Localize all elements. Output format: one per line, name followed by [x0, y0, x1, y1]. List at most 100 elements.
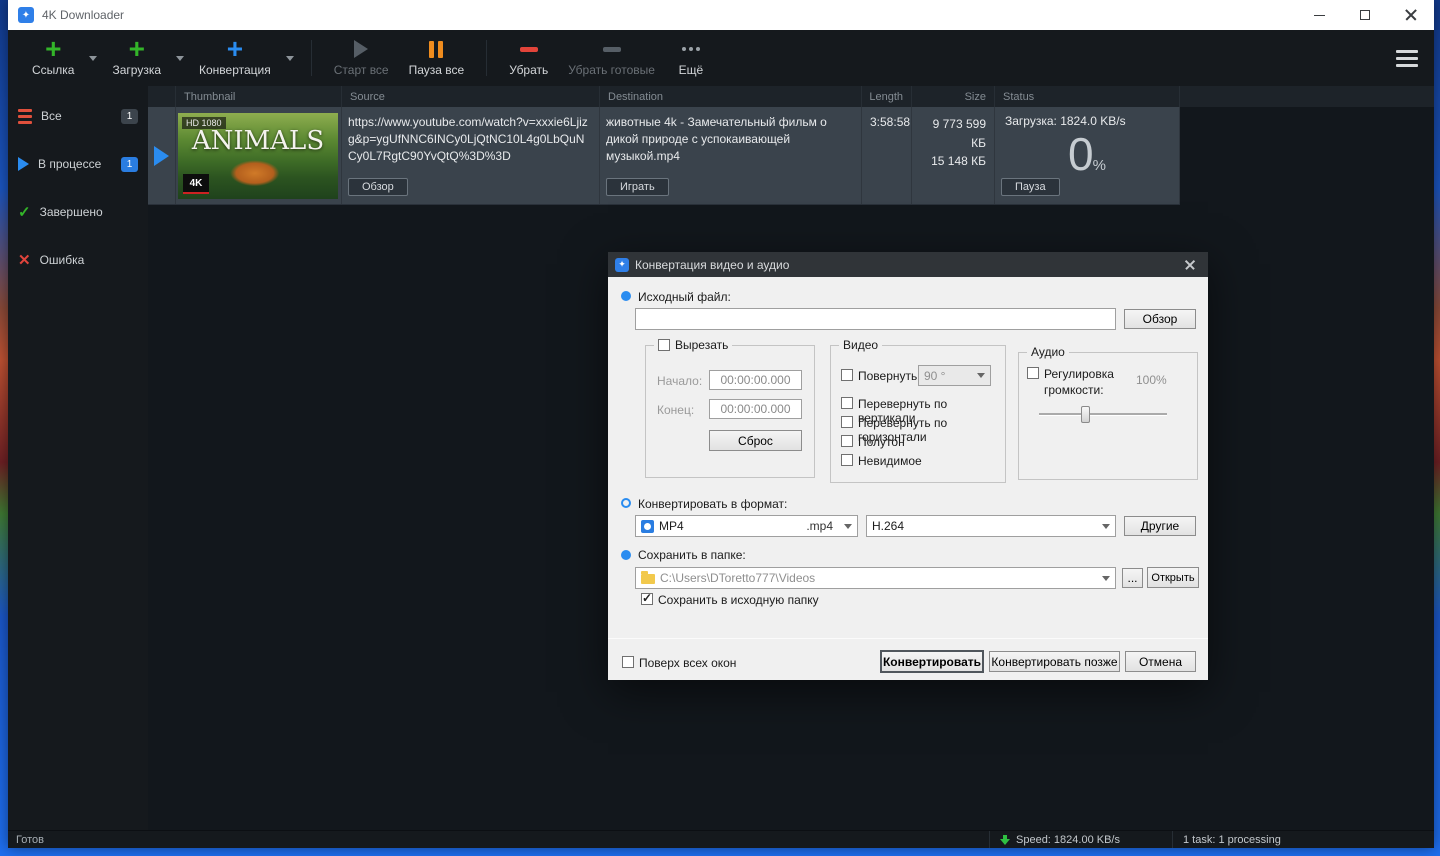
add-conversion-dropdown[interactable] — [281, 30, 299, 86]
dialog-divider — [608, 638, 1208, 639]
header-destination[interactable]: Destination — [600, 86, 862, 107]
play-icon — [354, 40, 369, 58]
sidebar-item-error[interactable]: ✕ Ошибка — [8, 240, 148, 280]
cut-group-title: Вырезать — [654, 338, 733, 352]
sidebar-item-completed[interactable]: ✓ Завершено — [8, 192, 148, 232]
start-all-button[interactable]: Старт все — [324, 30, 399, 86]
chevron-down-icon — [1102, 523, 1110, 529]
status-cell: Загрузка: 1824.0 KB/s 0% Пауза — [995, 107, 1180, 204]
dialog-title: Конвертация видео и аудио — [635, 257, 790, 272]
dialog-body: Исходный файл: Обзор Вырезать Начало: Ко… — [608, 277, 1208, 680]
sidebar-item-in-progress[interactable]: В процессе 1 — [8, 144, 148, 184]
sidebar-item-label: Завершено — [39, 205, 103, 219]
flip-vertical-checkbox[interactable] — [841, 397, 853, 409]
invisible-checkbox[interactable] — [841, 454, 853, 466]
on-top-row[interactable]: Поверх всех окон — [622, 656, 736, 670]
on-top-checkbox[interactable] — [622, 656, 634, 668]
volume-slider-handle[interactable] — [1081, 406, 1090, 423]
plus-icon: + — [226, 33, 244, 64]
close-button[interactable] — [1388, 0, 1434, 30]
on-top-label: Поверх всех окон — [639, 656, 737, 670]
sidebar-item-all[interactable]: Все 1 — [8, 96, 148, 136]
rotate-checkbox-row[interactable]: Повернуть: — [841, 369, 921, 383]
volume-checkbox-row[interactable]: Регулировка громкости: — [1027, 367, 1132, 398]
folder-select[interactable]: C:\Users\DToretto777\Videos — [635, 567, 1116, 589]
cancel-button[interactable]: Отмена — [1125, 651, 1196, 672]
table-row[interactable]: HD 1080 ANIMALS 4K https://www.youtube.c… — [148, 107, 1180, 205]
step-bullet-icon — [621, 291, 631, 301]
flip-horizontal-checkbox[interactable] — [841, 416, 853, 428]
save-source-row[interactable]: Сохранить в исходную папку — [641, 591, 819, 607]
thumbnail-title: ANIMALS — [191, 126, 325, 156]
remove-button[interactable]: Убрать — [499, 30, 558, 86]
convert-button[interactable]: Конвертировать — [880, 650, 984, 673]
minimize-button[interactable] — [1296, 0, 1342, 30]
pause-row-button[interactable]: Пауза — [1001, 178, 1060, 196]
rotate-label: Повернуть: — [858, 369, 921, 383]
rotate-select[interactable]: 90 ° — [918, 365, 991, 386]
active-download-icon — [154, 145, 169, 166]
folder-browse-button[interactable]: ... — [1122, 568, 1143, 588]
count-badge: 1 — [121, 156, 138, 172]
cut-reset-button[interactable]: Сброс — [709, 430, 802, 451]
minimize-icon — [1313, 14, 1325, 16]
volume-slider-track[interactable] — [1039, 413, 1167, 416]
format-select[interactable]: MP4 .mp4 — [635, 515, 858, 537]
folder-path: C:\Users\DToretto777\Videos — [660, 571, 816, 585]
dialog-titlebar: ✦ Конвертация видео и аудио — [608, 252, 1208, 277]
error-icon: ✕ — [18, 252, 31, 269]
add-link-dropdown[interactable] — [84, 30, 102, 86]
volume-checkbox[interactable] — [1027, 367, 1039, 379]
save-source-checkbox[interactable] — [641, 591, 653, 605]
pause-all-button[interactable]: Пауза все — [399, 30, 475, 86]
close-icon — [1405, 9, 1417, 21]
pause-icon — [429, 40, 444, 58]
cut-checkbox[interactable] — [658, 339, 670, 351]
dialog-close-button[interactable] — [1179, 254, 1201, 276]
header-thumbnail[interactable]: Thumbnail — [176, 86, 342, 107]
add-conversion-button[interactable]: + Конвертация — [189, 30, 281, 86]
add-download-button[interactable]: + Загрузка — [102, 30, 171, 86]
4k-logo: 4K — [183, 174, 209, 194]
audio-group-title: Аудио — [1027, 345, 1069, 359]
format-label: Конвертировать в формат: — [638, 497, 788, 511]
browse-button[interactable]: Обзор — [1124, 309, 1196, 329]
cut-start-label: Начало: — [657, 374, 703, 388]
add-conversion-label: Конвертация — [199, 63, 271, 77]
rotate-checkbox[interactable] — [841, 369, 853, 381]
codec-select[interactable]: H.264 — [866, 515, 1116, 537]
cut-end-input[interactable] — [709, 399, 802, 419]
maximize-button[interactable] — [1342, 0, 1388, 30]
video-thumbnail[interactable]: HD 1080 ANIMALS 4K — [178, 113, 338, 199]
add-download-dropdown[interactable] — [171, 30, 189, 86]
header-size[interactable]: Size — [912, 86, 995, 107]
add-link-button[interactable]: + Ссылка — [22, 30, 84, 86]
play-file-button[interactable]: Играть — [606, 178, 669, 196]
header-status[interactable]: Status — [995, 86, 1180, 107]
convert-later-button[interactable]: Конвертировать позже — [989, 651, 1120, 672]
remove-finished-button[interactable]: Убрать готовые — [558, 30, 665, 86]
source-file-label: Исходный файл: — [638, 290, 731, 304]
header-length[interactable]: Length — [862, 86, 912, 107]
invisible-label: Невидимое — [858, 454, 922, 468]
chevron-down-icon — [89, 55, 98, 61]
minus-icon — [602, 46, 621, 52]
more-label: Ещё — [678, 63, 704, 77]
halftone-row[interactable]: Полутон — [841, 435, 905, 449]
invisible-row[interactable]: Невидимое — [841, 454, 922, 468]
download-arrow-icon — [1000, 834, 1010, 845]
main-menu-button[interactable] — [1396, 49, 1418, 67]
cut-start-input[interactable] — [709, 370, 802, 390]
halftone-checkbox[interactable] — [841, 435, 853, 447]
step-bullet-icon — [621, 498, 631, 508]
source-browse-button[interactable]: Обзор — [348, 178, 408, 196]
other-formats-button[interactable]: Другие — [1124, 516, 1196, 536]
folder-label: Сохранить в папке: — [638, 548, 746, 562]
more-button[interactable]: Ещё — [665, 30, 717, 86]
list-icon — [18, 108, 32, 124]
titlebar: ✦ 4K Downloader — [8, 0, 1434, 30]
open-folder-button[interactable]: Открыть — [1147, 567, 1199, 588]
source-file-input[interactable] — [635, 308, 1116, 330]
header-source[interactable]: Source — [342, 86, 600, 107]
halftone-label: Полутон — [858, 435, 905, 449]
